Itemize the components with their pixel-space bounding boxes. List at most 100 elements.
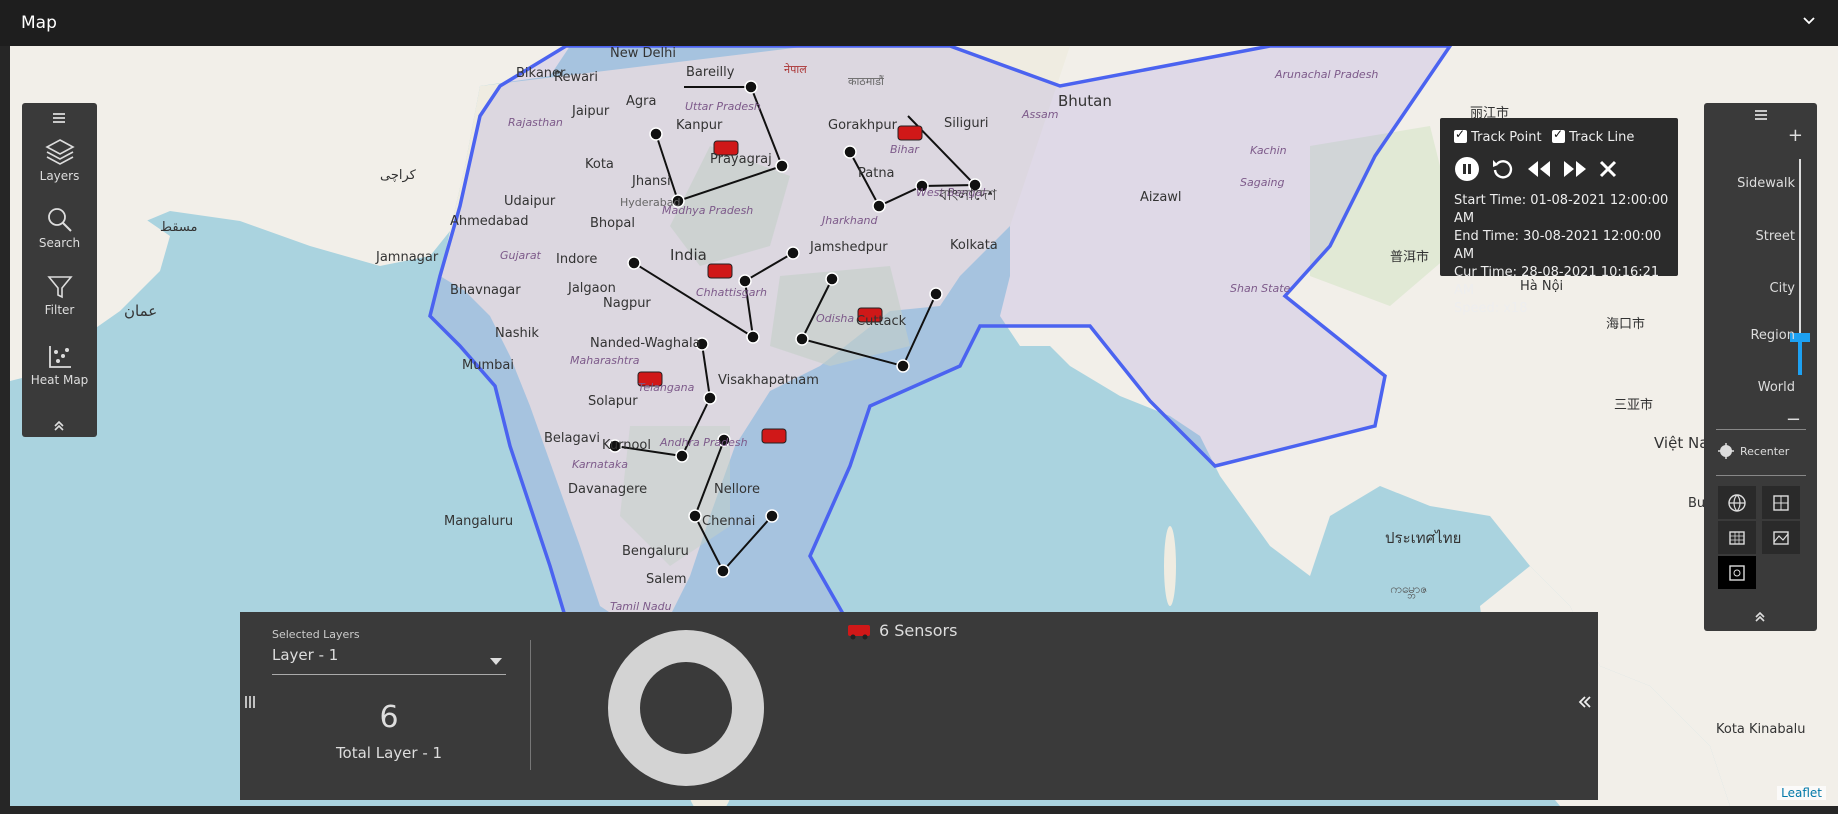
map-label: Agra	[626, 94, 657, 109]
map-label: Kota	[585, 157, 614, 172]
satellite-map-icon	[1773, 494, 1789, 511]
divider	[1716, 475, 1806, 476]
map-label: Bhutan	[1058, 92, 1112, 110]
drag-handle-icon[interactable]	[244, 694, 256, 713]
map-label: বাংলাদেশ	[939, 186, 997, 204]
collapse-up-icon[interactable]	[1754, 611, 1766, 627]
map-label: नेपाल	[784, 63, 807, 76]
basemap-grid-button[interactable]	[1718, 521, 1756, 554]
map-label: Gujarat	[500, 249, 541, 262]
map-label: Uttar Pradesh	[685, 100, 761, 113]
divider	[530, 640, 531, 770]
bottom-stats-panel: Selected Layers Layer - 1 6 Total Layer …	[240, 612, 1598, 800]
map-label: Belagavi	[544, 431, 601, 446]
basemap-satellite-button[interactable]	[1762, 486, 1800, 519]
menu-icon[interactable]	[52, 109, 66, 128]
map-label: Telangana	[638, 381, 695, 394]
divider	[1716, 429, 1806, 430]
zoom-world[interactable]: World	[1758, 380, 1795, 395]
map-label: عمان	[124, 302, 158, 320]
layers-button[interactable]: Layers	[22, 137, 97, 183]
map-label: Udaipur	[504, 194, 556, 209]
map-label: Jaipur	[572, 104, 610, 119]
end-time: End Time: 30-08-2021 12:00:00 AM	[1454, 229, 1662, 262]
collapse-up-icon[interactable]	[53, 417, 65, 436]
filter-icon	[46, 276, 73, 299]
map-label: India	[670, 246, 707, 264]
sensors-label: 6 Sensors	[879, 620, 958, 640]
map-label: Hyderabad	[620, 196, 681, 209]
rewind-button[interactable]	[1526, 158, 1552, 184]
leaflet-attribution[interactable]: Leaflet	[1777, 786, 1826, 800]
total-label: Total Layer - 1	[335, 744, 443, 762]
filter-label: Filter	[44, 303, 75, 317]
map-label: Bengaluru	[622, 544, 689, 559]
map-label: Davanagere	[568, 482, 648, 497]
total-count: 6	[379, 700, 399, 735]
collapse-left-icon[interactable]	[1578, 694, 1592, 713]
map-label: Kolkata	[950, 238, 998, 253]
map-label: Jamshedpur	[810, 240, 888, 255]
map-label: Karnataka	[572, 458, 628, 471]
close-track-button[interactable]	[1598, 159, 1618, 183]
zoom-fill	[1798, 339, 1802, 375]
map-label: Jamnagar	[376, 250, 439, 265]
cur-time: Cur Time: 28-08-2021 10:16:21 AM	[1454, 265, 1660, 298]
filter-button[interactable]: Filter	[22, 273, 97, 317]
dropdown-arrow-icon	[490, 652, 502, 670]
sensors-donut-chart[interactable]	[606, 628, 766, 788]
basemap-globe-button[interactable]	[1718, 486, 1756, 519]
zoom-region[interactable]: Region	[1750, 328, 1795, 343]
search-button[interactable]: Search	[22, 206, 97, 250]
close-icon	[1599, 160, 1617, 178]
map-label: Jhansi	[632, 174, 671, 189]
map-label: Nellore	[714, 482, 760, 497]
zoom-city[interactable]: City	[1770, 281, 1795, 296]
track-line-checkbox[interactable]: Track Line	[1552, 127, 1635, 145]
fast-forward-button[interactable]	[1562, 158, 1588, 184]
recenter-icon	[1718, 443, 1734, 459]
restart-button[interactable]	[1490, 156, 1516, 186]
track-point-check-icon	[1454, 127, 1467, 143]
sensors-header: 6 Sensors	[845, 620, 957, 640]
map-label: Rewari	[554, 70, 599, 85]
map-label: Aizawl	[1140, 190, 1182, 205]
start-time: Start Time: 01-08-2021 12:00:00 AM	[1454, 193, 1669, 226]
map-label: काठमाडौं	[848, 75, 884, 88]
zoom-sidewalk[interactable]: Sidewalk	[1737, 176, 1795, 191]
search-label: Search	[38, 236, 81, 250]
map-label: Sagaing	[1240, 176, 1285, 189]
map-label: Jalgaon	[568, 281, 616, 296]
zoom-out-button[interactable]: −	[1786, 409, 1801, 430]
zoom-in-button[interactable]: +	[1788, 125, 1803, 146]
map-label: New Delhi	[610, 46, 676, 61]
grid-map-icon	[1729, 530, 1745, 545]
topbar: Map	[0, 0, 1838, 46]
pause-button[interactable]	[1454, 156, 1480, 186]
basemap-terrain-button[interactable]	[1762, 521, 1800, 554]
track-times: Start Time: 01-08-2021 12:00:00 AM End T…	[1454, 192, 1678, 318]
heatmap-button[interactable]: Heat Map	[22, 343, 97, 387]
map-label: Kurnool	[602, 438, 651, 453]
map-label: Odisha	[816, 312, 855, 325]
map-label: Arunachal Pradesh	[1275, 68, 1379, 81]
zoom-street[interactable]: Street	[1755, 229, 1795, 244]
map-label: Shan State	[1230, 282, 1291, 295]
layer-select[interactable]: Layer - 1	[272, 646, 506, 675]
terrain-map-icon	[1773, 530, 1789, 545]
map-label: Visakhapatnam	[718, 373, 819, 388]
basemap-dark-button[interactable]	[1718, 556, 1756, 589]
right-menu-icon[interactable]	[1754, 109, 1768, 125]
track-playback-panel: Track Point Track Line Start Time: 01-08…	[1440, 118, 1678, 316]
map-label: Chhattisgarh	[696, 286, 767, 299]
map-label: Mangaluru	[444, 514, 514, 529]
track-point-checkbox[interactable]: Track Point	[1454, 127, 1542, 145]
map-label: مسقط	[160, 220, 198, 235]
chevron-down-icon[interactable]	[1802, 13, 1816, 33]
left-tool-panel: Layers Search Filter Heat Map	[22, 103, 97, 437]
map-label: ကမ္ဘောဇ	[1390, 582, 1428, 596]
recenter-button[interactable]: Recenter	[1718, 443, 1789, 459]
dark-map-icon	[1729, 564, 1745, 581]
track-line-label: Track Line	[1569, 130, 1635, 145]
map-label: Chennai	[702, 514, 756, 529]
